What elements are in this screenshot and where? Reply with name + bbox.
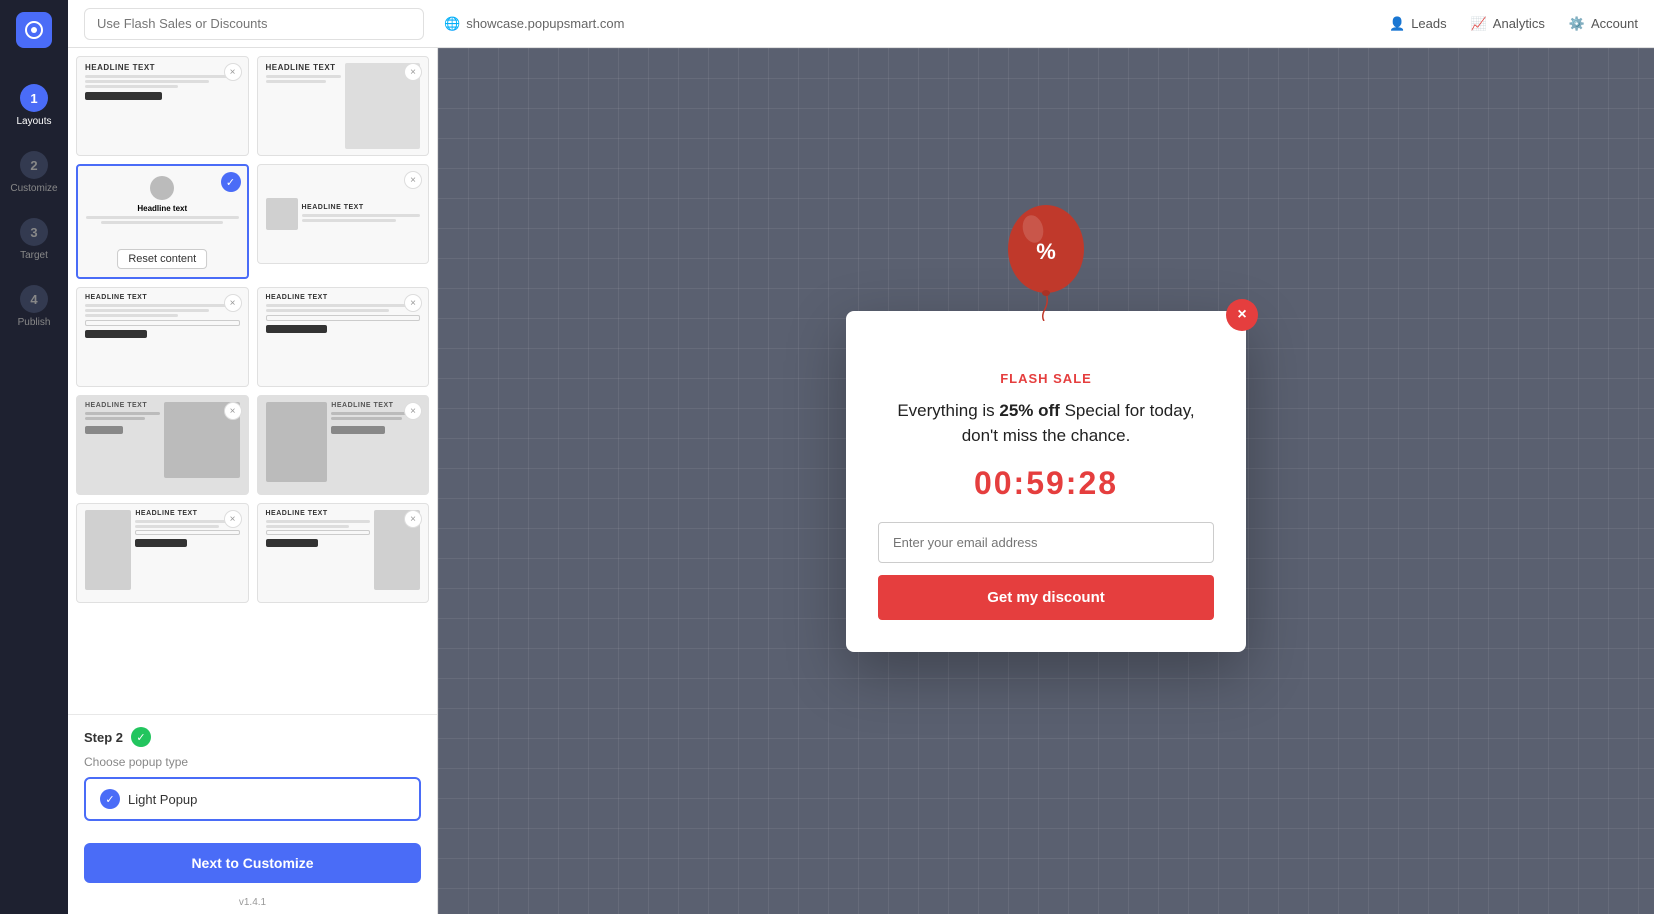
- step-label-publish: Publish: [18, 317, 51, 328]
- close-badge-5[interactable]: ×: [224, 294, 242, 312]
- step-num-2: 2: [20, 151, 48, 179]
- account-button[interactable]: ⚙️ Account: [1569, 16, 1638, 32]
- step-num-1: 1: [20, 84, 48, 112]
- close-badge-9[interactable]: ×: [224, 510, 242, 528]
- layout-card-1[interactable]: HEADLINE TEXT ×: [76, 56, 249, 156]
- step2-section: Step 2 ✓ Choose popup type ✓ Light Popup: [68, 714, 437, 833]
- nav-step-target[interactable]: 3 Target: [0, 206, 68, 273]
- layout-card-5[interactable]: Headline text ×: [76, 287, 249, 387]
- logo[interactable]: [16, 12, 52, 48]
- leads-button[interactable]: 👤 Leads: [1389, 16, 1447, 32]
- nav-sidebar: 1 Layouts 2 Customize 3 Target 4 Publish: [0, 0, 68, 914]
- url-text: showcase.popupsmart.com: [466, 16, 624, 31]
- main-container: 🌐 showcase.popupsmart.com 👤 Leads 📈 Anal…: [68, 0, 1654, 914]
- popup-modal: % × FLASH SALE Everything is 25% off Spe…: [846, 311, 1246, 652]
- close-badge-1[interactable]: ×: [224, 63, 242, 81]
- leads-label: Leads: [1411, 16, 1446, 31]
- close-badge-4[interactable]: ×: [404, 171, 422, 189]
- gear-icon: ⚙️: [1569, 16, 1585, 32]
- leads-icon: 👤: [1389, 16, 1405, 32]
- popup-type-check-icon: ✓: [100, 789, 120, 809]
- step-label-layouts: Layouts: [16, 116, 51, 127]
- headline-bold: 25% off: [999, 401, 1059, 420]
- layout-card-8[interactable]: Headline text ×: [257, 395, 430, 495]
- popup-close-button[interactable]: ×: [1226, 299, 1258, 331]
- next-btn-container: Next to Customize: [68, 833, 437, 897]
- popup-type-button[interactable]: ✓ Light Popup: [84, 777, 421, 821]
- email-input[interactable]: [878, 522, 1214, 563]
- layout-card-6[interactable]: Headline text ×: [257, 287, 430, 387]
- step2-label: Step 2: [84, 730, 123, 745]
- close-badge-10[interactable]: ×: [404, 510, 422, 528]
- close-badge-2[interactable]: ×: [404, 63, 422, 81]
- layout-panel: HEADLINE TEXT × HEADLINE TEXT: [68, 48, 438, 914]
- nav-step-layouts[interactable]: 1 Layouts: [0, 72, 68, 139]
- close-icon: ×: [1237, 306, 1246, 324]
- step2-check-icon: ✓: [131, 727, 151, 747]
- topbar-url: 🌐 showcase.popupsmart.com: [444, 16, 624, 32]
- close-badge-6[interactable]: ×: [404, 294, 422, 312]
- analytics-label: Analytics: [1493, 16, 1545, 31]
- layout-card-7[interactable]: Headline text ×: [76, 395, 249, 495]
- step2-sublabel: Choose popup type: [84, 755, 421, 769]
- analytics-button[interactable]: 📈 Analytics: [1471, 16, 1545, 32]
- step-label-customize: Customize: [10, 183, 57, 194]
- flash-sale-label: FLASH SALE: [878, 371, 1214, 386]
- popup-type-label: Light Popup: [128, 792, 197, 807]
- headline-prefix: Everything is: [897, 401, 999, 420]
- search-input[interactable]: [84, 8, 424, 40]
- step-num-3: 3: [20, 218, 48, 246]
- popup-timer: 00:59:28: [878, 465, 1214, 502]
- version-label: v1.4.1: [68, 897, 437, 914]
- popup-headline: Everything is 25% off Special for today,…: [878, 398, 1214, 449]
- check-badge-3: ✓: [221, 172, 241, 192]
- topbar: 🌐 showcase.popupsmart.com 👤 Leads 📈 Anal…: [68, 0, 1654, 48]
- layout-grid: HEADLINE TEXT × HEADLINE TEXT: [68, 48, 437, 714]
- cta-button[interactable]: Get my discount: [878, 575, 1214, 620]
- balloon-decoration: %: [1001, 201, 1091, 321]
- step2-header: Step 2 ✓: [84, 727, 421, 747]
- close-badge-8[interactable]: ×: [404, 402, 422, 420]
- topbar-right: 👤 Leads 📈 Analytics ⚙️ Account: [1389, 16, 1638, 32]
- layout-card-2[interactable]: HEADLINE TEXT ×: [257, 56, 430, 156]
- layout-card-4[interactable]: Headline text ×: [257, 164, 430, 264]
- preview-area: % × FLASH SALE Everything is 25% off Spe…: [438, 48, 1654, 914]
- close-badge-7[interactable]: ×: [224, 402, 242, 420]
- account-label: Account: [1591, 16, 1638, 31]
- step-num-4: 4: [20, 285, 48, 313]
- layout-card-10[interactable]: Headline text ×: [257, 503, 430, 603]
- nav-step-customize[interactable]: 2 Customize: [0, 139, 68, 206]
- reset-content-button[interactable]: Reset content: [117, 249, 207, 269]
- layout-card-3[interactable]: Headline text ✓ Reset content: [76, 164, 249, 279]
- step-label-target: Target: [20, 250, 48, 261]
- content-area: HEADLINE TEXT × HEADLINE TEXT: [68, 48, 1654, 914]
- analytics-icon: 📈: [1471, 16, 1487, 32]
- layout-card-9[interactable]: Headline text ×: [76, 503, 249, 603]
- next-to-customize-button[interactable]: Next to Customize: [84, 843, 421, 883]
- svg-text:%: %: [1036, 239, 1056, 264]
- globe-icon: 🌐: [444, 16, 460, 32]
- nav-step-publish[interactable]: 4 Publish: [0, 273, 68, 340]
